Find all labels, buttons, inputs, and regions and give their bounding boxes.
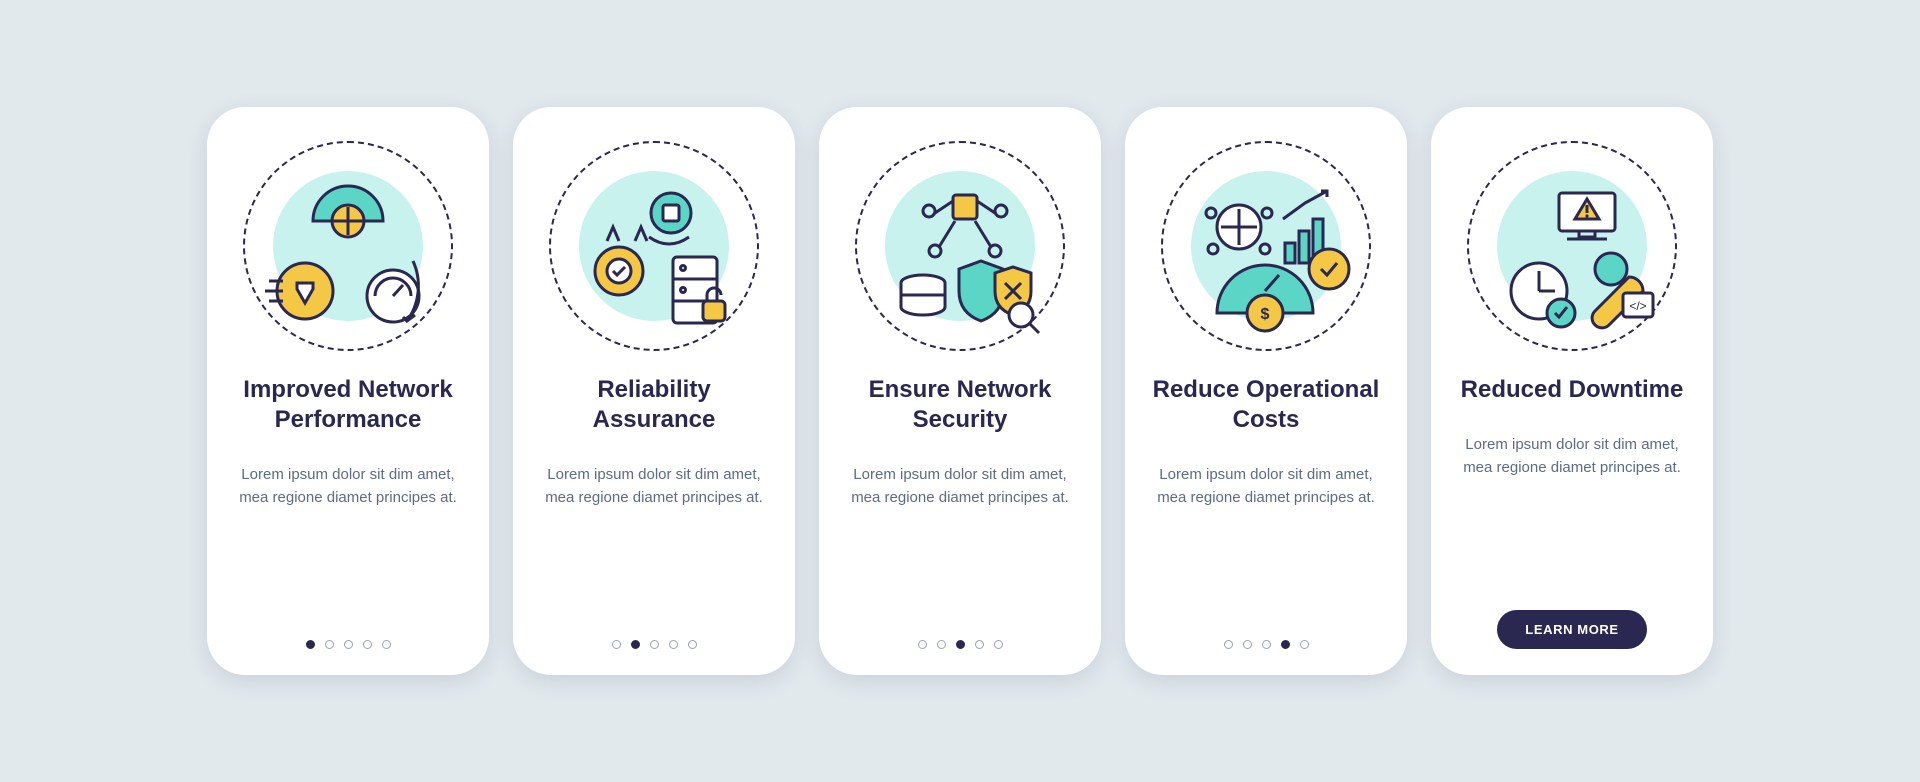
- onboarding-card-reliability: Reliability Assurance Lorem ipsum dolor …: [513, 107, 795, 675]
- dot-1[interactable]: [631, 640, 640, 649]
- downtime-wrench-icon: </>: [1467, 141, 1677, 351]
- card-title: Improved Network Performance: [225, 375, 471, 435]
- card-body: Lorem ipsum dolor sit dim amet, mea regi…: [1449, 433, 1695, 610]
- dot-2[interactable]: [956, 640, 965, 649]
- dot-3[interactable]: [363, 640, 372, 649]
- illustration-reliability: [549, 141, 759, 351]
- onboarding-card-costs: $ Reduce Operational Costs Lorem ipsum d…: [1125, 107, 1407, 675]
- dot-2[interactable]: [650, 640, 659, 649]
- dot-4[interactable]: [1300, 640, 1309, 649]
- dot-2[interactable]: [344, 640, 353, 649]
- costs-gauge-icon: $: [1161, 141, 1371, 351]
- card-title: Reduced Downtime: [1455, 375, 1690, 405]
- card-body: Lorem ipsum dolor sit dim amet, mea regi…: [225, 463, 471, 640]
- card-title: Reduce Operational Costs: [1143, 375, 1389, 435]
- dot-3[interactable]: [975, 640, 984, 649]
- svg-text:$: $: [1261, 306, 1270, 323]
- dot-3[interactable]: [1281, 640, 1290, 649]
- illustration-performance: [243, 141, 453, 351]
- dot-0[interactable]: [918, 640, 927, 649]
- dot-3[interactable]: [669, 640, 678, 649]
- pagination-dots: [306, 640, 391, 649]
- dot-4[interactable]: [382, 640, 391, 649]
- illustration-downtime: </>: [1467, 141, 1677, 351]
- pagination-dots: [918, 640, 1003, 649]
- dot-1[interactable]: [325, 640, 334, 649]
- dot-2[interactable]: [1262, 640, 1271, 649]
- pagination-dots: [1224, 640, 1309, 649]
- illustration-security: [855, 141, 1065, 351]
- card-body: Lorem ipsum dolor sit dim amet, mea regi…: [1143, 463, 1389, 640]
- dot-4[interactable]: [688, 640, 697, 649]
- illustration-costs: $: [1161, 141, 1371, 351]
- svg-text:</>: </>: [1629, 299, 1646, 313]
- pagination-dots: [612, 640, 697, 649]
- dot-4[interactable]: [994, 640, 1003, 649]
- card-title: Ensure Network Security: [837, 375, 1083, 435]
- reliability-server-icon: [549, 141, 759, 351]
- dot-0[interactable]: [612, 640, 621, 649]
- onboarding-card-security: Ensure Network Security Lorem ipsum dolo…: [819, 107, 1101, 675]
- card-title: Reliability Assurance: [531, 375, 777, 435]
- onboarding-card-downtime: </> Reduced Downtime Lorem ipsum dolor s…: [1431, 107, 1713, 675]
- dot-0[interactable]: [1224, 640, 1233, 649]
- card-body: Lorem ipsum dolor sit dim amet, mea regi…: [837, 463, 1083, 640]
- dot-1[interactable]: [1243, 640, 1252, 649]
- dot-1[interactable]: [937, 640, 946, 649]
- performance-gauges-icon: [243, 141, 453, 351]
- card-body: Lorem ipsum dolor sit dim amet, mea regi…: [531, 463, 777, 640]
- dot-0[interactable]: [306, 640, 315, 649]
- security-shield-icon: [855, 141, 1065, 351]
- learn-more-button[interactable]: LEARN MORE: [1497, 610, 1646, 649]
- onboarding-card-performance: Improved Network Performance Lorem ipsum…: [207, 107, 489, 675]
